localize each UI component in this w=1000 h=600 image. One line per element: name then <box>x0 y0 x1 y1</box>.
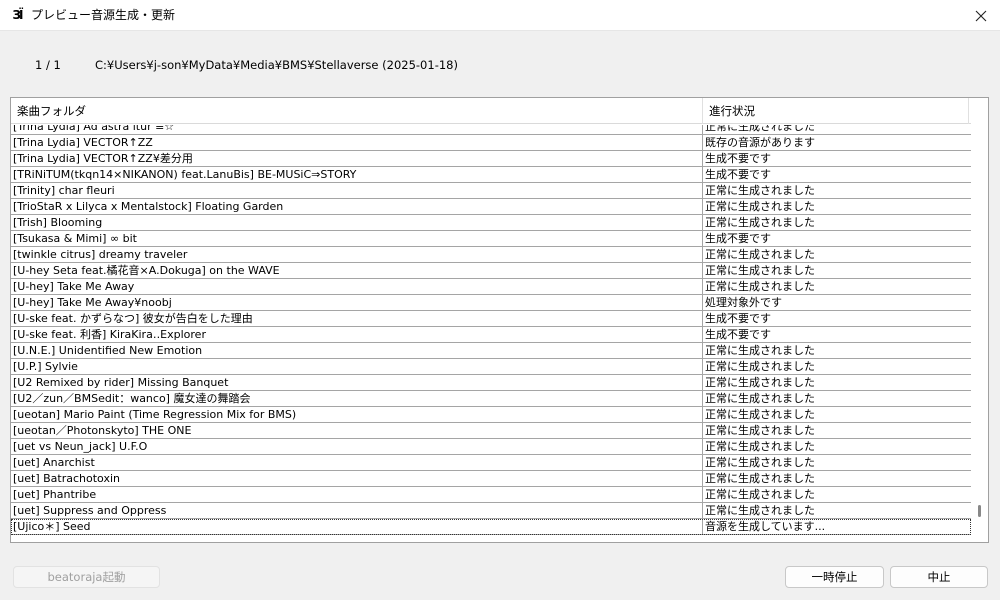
folder-cell: [U2／zun／BMSedit：wanco] 魔女達の舞踏会 <box>11 391 703 406</box>
window-title: プレビュー音源生成・更新 <box>31 8 176 22</box>
table-rows: [Trina Lydia] Ad astra itur ≡☆ 正常に生成されました… <box>11 125 971 535</box>
progress-count: 1 / 1 <box>35 58 61 72</box>
status-cell: 正常に生成されました <box>705 264 815 277</box>
table-row[interactable]: [uet] Anarchist 正常に生成されました <box>11 455 971 471</box>
vertical-scrollbar[interactable] <box>971 125 988 535</box>
table-body: [Trina Lydia] Ad astra itur ≡☆ 正常に生成されました… <box>11 125 971 535</box>
folder-cell: [Trina Lydia] VECTOR↑ZZ¥差分用 <box>11 151 703 166</box>
table-row[interactable]: [U-hey Seta feat.橘花音×A.Dokuga] on the WA… <box>11 263 971 279</box>
column-header-folder[interactable]: 楽曲フォルダ <box>11 98 703 124</box>
table-row[interactable]: [Trinity] char fleuri 正常に生成されました <box>11 183 971 199</box>
status-cell: 生成不要です <box>705 168 771 181</box>
status-cell: 正常に生成されました <box>705 488 815 501</box>
folder-cell: [TrioStaR x Lilyca x Mentalstock] Floati… <box>11 199 703 214</box>
app-icon: ЗЇ <box>12 8 24 22</box>
status-cell: 正常に生成されました <box>705 504 815 517</box>
table-row[interactable]: [uet] Batrachotoxin 正常に生成されました <box>11 471 971 487</box>
folder-cell: [Ujico＊] Seed <box>11 519 703 534</box>
close-button[interactable] <box>962 0 1000 31</box>
status-cell: 正常に生成されました <box>705 376 815 389</box>
folder-cell: [U-hey Seta feat.橘花音×A.Dokuga] on the WA… <box>11 263 703 278</box>
table-row[interactable]: [U.N.E.] Unidentified New Emotion 正常に生成され… <box>11 343 971 359</box>
table-header: 楽曲フォルダ 進行状況 <box>11 98 971 124</box>
table-row[interactable]: [Trina Lydia] Ad astra itur ≡☆ 正常に生成されました <box>11 125 971 135</box>
target-path: C:¥Users¥j-son¥MyData¥Media¥BMS¥Stellave… <box>95 58 458 72</box>
stop-button[interactable]: 中止 <box>890 566 988 588</box>
folder-cell: [U2 Remixed by rider] Missing Banquet <box>11 375 703 390</box>
table-row[interactable]: [U2 Remixed by rider] Missing Banquet 正常に… <box>11 375 971 391</box>
status-cell: 正常に生成されました <box>705 200 815 213</box>
table-row[interactable]: [U-hey] Take Me Away 正常に生成されました <box>11 279 971 295</box>
table-row[interactable]: [uet] Suppress and Oppress 正常に生成されました <box>11 503 971 519</box>
table-row[interactable]: [Trina Lydia] VECTOR↑ZZ 既存の音源があります <box>11 135 971 151</box>
status-cell: 正常に生成されました <box>705 456 815 469</box>
status-cell: 正常に生成されました <box>705 472 815 485</box>
status-cell: 生成不要です <box>705 232 771 245</box>
folder-cell: [uet] Batrachotoxin <box>11 471 703 486</box>
close-icon <box>975 10 987 21</box>
table-row[interactable]: [Tsukasa & Mimi] ∞ bit 生成不要です <box>11 231 971 247</box>
table-row[interactable]: [U-ske feat. 利香] KiraKira‥Explorer 生成不要です <box>11 327 971 343</box>
launch-beatoraja-button[interactable]: beatoraja起動 <box>13 566 160 588</box>
status-cell: 生成不要です <box>705 328 771 341</box>
table-row[interactable]: [Ujico＊] Seed 音源を生成しています... <box>11 519 971 535</box>
table-row[interactable]: [TRiNiTUM(tkqn14×NIKANON) feat.LanuBis] … <box>11 167 971 183</box>
folder-list-table[interactable]: 楽曲フォルダ 進行状況 [Trina Lydia] Ad astra itur … <box>10 97 989 543</box>
status-cell: 音源を生成しています... <box>705 520 826 533</box>
status-cell: 正常に生成されました <box>705 125 815 133</box>
table-row[interactable]: [uet] Phantribe 正常に生成されました <box>11 487 971 503</box>
table-row[interactable]: [U-hey] Take Me Away¥noobj 処理対象外です <box>11 295 971 311</box>
status-cell: 生成不要です <box>705 152 771 165</box>
folder-cell: [U-ske feat. かずらなつ] 彼女が告白をした理由 <box>11 311 703 326</box>
table-row[interactable]: [twinkle citrus] dreamy traveler 正常に生成されま… <box>11 247 971 263</box>
table-row[interactable]: [ueotan] Mario Paint (Time Regression Mi… <box>11 407 971 423</box>
folder-cell: [U.P.] Sylvie <box>11 359 703 374</box>
status-cell: 正常に生成されました <box>705 248 815 261</box>
folder-cell: [TRiNiTUM(tkqn14×NIKANON) feat.LanuBis] … <box>11 167 703 182</box>
table-row[interactable]: [U-ske feat. かずらなつ] 彼女が告白をした理由 生成不要です <box>11 311 971 327</box>
status-cell: 正常に生成されました <box>705 280 815 293</box>
folder-cell: [uet] Phantribe <box>11 487 703 502</box>
folder-cell: [ueotan] Mario Paint (Time Regression Mi… <box>11 407 703 422</box>
folder-cell: [ueotan／Photonskyto] THE ONE <box>11 423 703 438</box>
status-cell: 処理対象外です <box>705 296 782 309</box>
folder-cell: [uet vs Neun_jack] U.F.O <box>11 439 703 454</box>
status-cell: 正常に生成されました <box>705 184 815 197</box>
folder-cell: [Trinity] char fleuri <box>11 183 703 198</box>
folder-cell: [Trina Lydia] Ad astra itur ≡☆ <box>11 125 703 134</box>
folder-cell: [U-hey] Take Me Away¥noobj <box>11 295 703 310</box>
folder-cell: [Trina Lydia] VECTOR↑ZZ <box>11 135 703 150</box>
status-cell: 正常に生成されました <box>705 440 815 453</box>
table-row[interactable]: [ueotan／Photonskyto] THE ONE 正常に生成されました <box>11 423 971 439</box>
folder-cell: [U-ske feat. 利香] KiraKira‥Explorer <box>11 327 703 342</box>
status-cell: 正常に生成されました <box>705 360 815 373</box>
table-row[interactable]: [TrioStaR x Lilyca x Mentalstock] Floati… <box>11 199 971 215</box>
folder-cell: [Trish] Blooming <box>11 215 703 230</box>
pause-button[interactable]: 一時停止 <box>785 566 884 588</box>
status-cell: 既存の音源があります <box>705 136 815 149</box>
table-row[interactable]: [Trina Lydia] VECTOR↑ZZ¥差分用 生成不要です <box>11 151 971 167</box>
folder-cell: [twinkle citrus] dreamy traveler <box>11 247 703 262</box>
folder-cell: [uet] Suppress and Oppress <box>11 503 703 518</box>
table-row[interactable]: [uet vs Neun_jack] U.F.O 正常に生成されました <box>11 439 971 455</box>
title-bar: ЗЇ プレビュー音源生成・更新 <box>0 0 1000 31</box>
status-cell: 正常に生成されました <box>705 216 815 229</box>
folder-cell: [U.N.E.] Unidentified New Emotion <box>11 343 703 358</box>
folder-cell: [uet] Anarchist <box>11 455 703 470</box>
column-header-status[interactable]: 進行状況 <box>703 98 969 124</box>
table-row[interactable]: [U.P.] Sylvie 正常に生成されました <box>11 359 971 375</box>
status-cell: 生成不要です <box>705 312 771 325</box>
table-row[interactable]: [Trish] Blooming 正常に生成されました <box>11 215 971 231</box>
scrollbar-thumb[interactable] <box>978 505 981 517</box>
status-cell: 正常に生成されました <box>705 344 815 357</box>
status-cell: 正常に生成されました <box>705 408 815 421</box>
folder-cell: [Tsukasa & Mimi] ∞ bit <box>11 231 703 246</box>
folder-cell: [U-hey] Take Me Away <box>11 279 703 294</box>
status-cell: 正常に生成されました <box>705 392 815 405</box>
status-cell: 正常に生成されました <box>705 424 815 437</box>
table-row[interactable]: [U2／zun／BMSedit：wanco] 魔女達の舞踏会 正常に生成されました <box>11 391 971 407</box>
